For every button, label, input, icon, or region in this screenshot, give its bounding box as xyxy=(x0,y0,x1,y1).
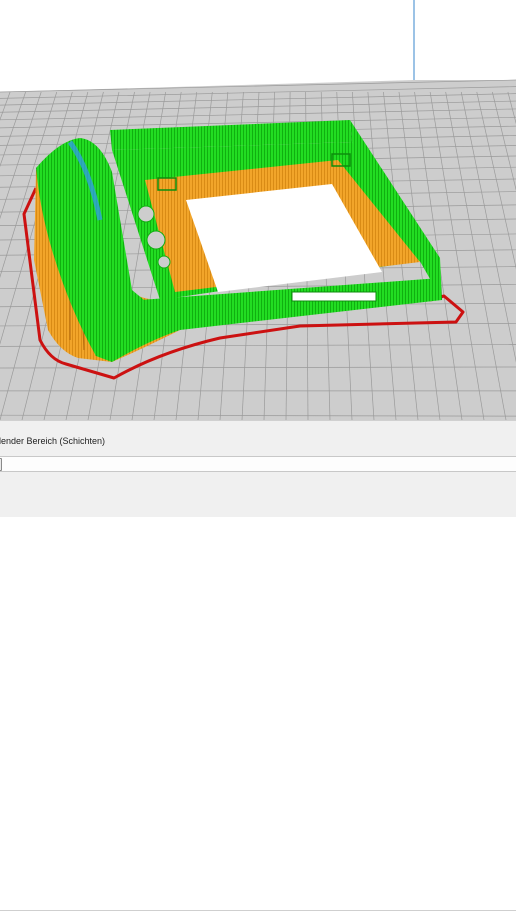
front-slot xyxy=(292,292,376,301)
mount-hole-2 xyxy=(147,231,165,249)
layer-preview-canvas[interactable] xyxy=(0,0,516,420)
layer-range-slider[interactable] xyxy=(0,456,516,472)
layer-range-slider-handle[interactable] xyxy=(0,458,2,471)
mount-hole-3 xyxy=(158,256,170,268)
layer-range-label: lender Bereich (Schichten) xyxy=(0,436,105,446)
mount-hole-1 xyxy=(138,206,154,222)
3d-viewport[interactable] xyxy=(0,0,516,420)
